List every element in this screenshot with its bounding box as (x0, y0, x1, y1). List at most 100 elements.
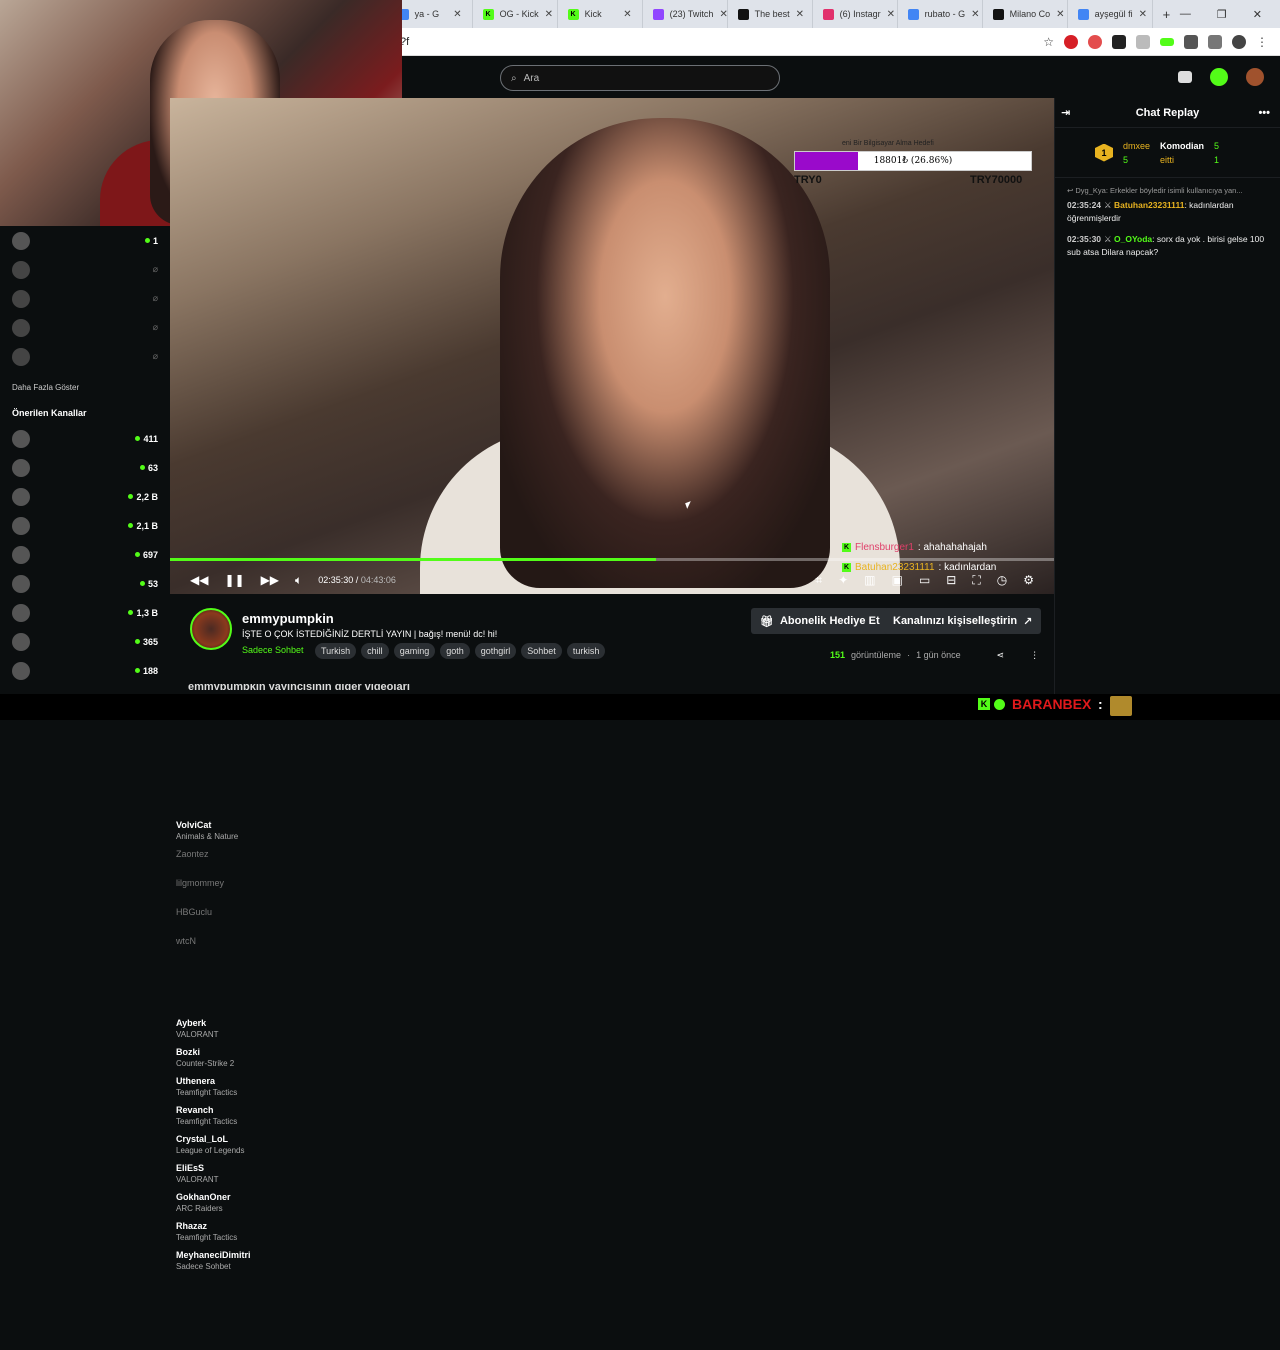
playlist-icon[interactable] (1208, 34, 1222, 49)
browser-tab[interactable]: (6) Instagr ✕ (813, 0, 898, 28)
restore-icon[interactable]: ❐ (1217, 8, 1227, 21)
gift-subscription-button[interactable]: 🎁︎ Abonelik Hediye Et (751, 608, 889, 634)
browser-tab[interactable]: ayşegül fi ✕ (1068, 0, 1153, 28)
sidebar-channel-hbguclu[interactable]: HBGuclu ⌀ (0, 313, 1060, 1007)
show-more-link[interactable]: Daha Fazla Göster (0, 371, 170, 398)
share-icon[interactable]: ⋖ (997, 650, 1005, 661)
theater-icon[interactable]: ▭ (919, 573, 930, 588)
sidebar-channel-rhazaz[interactable]: Rhazaz Teamfight Tactics 365 (0, 627, 1060, 1321)
tab-close-icon[interactable]: ✕ (545, 9, 553, 20)
tab-close-icon[interactable]: ✕ (1056, 9, 1064, 20)
sidebar-channel-lilgmommey[interactable]: lilgmommey ⌀ (0, 284, 1060, 978)
tab-close-icon[interactable]: ✕ (719, 9, 726, 20)
sparkle-icon[interactable]: ✦ (838, 573, 848, 588)
live-dot-icon (134, 552, 140, 557)
viewers: 63 (147, 462, 158, 473)
pause-icon[interactable]: ❚❚ (224, 573, 244, 587)
channel-game: Teamfight Tactics (176, 1117, 238, 1126)
tag-chip[interactable]: chill (361, 643, 389, 659)
tab-close-icon[interactable]: ✕ (796, 9, 804, 20)
tab-close-icon[interactable]: ✕ (453, 9, 461, 20)
seek-bar[interactable] (170, 558, 1054, 561)
sidebar-channel-bozki[interactable]: Bozki Counter-Strike 2 63 (0, 453, 1060, 1147)
browser-tab[interactable]: rubato - G ✕ (898, 0, 983, 28)
sidebar-channel-volvicat[interactable]: VolviCat Animals & Nature 1 (0, 226, 1060, 920)
speed-icon[interactable]: ◷ (997, 573, 1007, 588)
browser-menu-icon[interactable]: ⋮ (1256, 35, 1268, 49)
stats-icon[interactable]: ▥ (864, 573, 875, 588)
red-extension-icon[interactable] (1088, 34, 1102, 49)
duration: 04:43:06 (360, 575, 396, 585)
user-avatar[interactable] (1246, 68, 1264, 86)
tag-chip[interactable]: gaming (393, 643, 436, 659)
browser-tab[interactable]: Milano Co ✕ (983, 0, 1068, 28)
tab-close-icon[interactable]: ✕ (887, 9, 895, 20)
fast-forward-icon[interactable]: ▶▶ (261, 573, 279, 587)
browser-tab[interactable]: K Kick ✕ (558, 0, 643, 28)
message-user[interactable]: O_OYoda (1114, 234, 1152, 244)
gifter-name[interactable]: eitti (1160, 153, 1204, 167)
emote-image (1110, 696, 1132, 716)
browser-tab[interactable]: (23) Twitch ✕ (643, 0, 728, 28)
close-window-icon[interactable]: ✕ (1253, 8, 1262, 21)
settings-gear-icon[interactable]: ⚙ (1023, 573, 1034, 588)
minimize-icon[interactable]: — (1180, 8, 1191, 21)
tab-label: ya - G (414, 9, 440, 19)
square-extension-icon[interactable] (1112, 34, 1126, 49)
customize-channel-button[interactable]: Kanalınızı kişiselleştirin ↗ (884, 608, 1042, 634)
rewind-icon[interactable]: ◀◀ (190, 573, 208, 587)
chat-menu-icon[interactable]: ••• (1258, 107, 1270, 119)
sidebar-channel-zaontez[interactable]: Zaontez ⌀ (0, 255, 1060, 949)
tab-close-icon[interactable]: ✕ (623, 9, 631, 20)
profile-avatar[interactable] (1232, 34, 1246, 49)
shield-extension-icon[interactable] (1136, 34, 1150, 49)
tab-label: The best (754, 9, 790, 19)
clip-icon[interactable]: ⌗ (815, 573, 822, 588)
miniplayer-icon[interactable]: ▣ (892, 573, 903, 588)
chat-panel: ⇥ Chat Replay ••• 1 dmxee 5 Komodian eit… (1054, 98, 1280, 694)
sidebar-channel-eliess[interactable]: EliEsS VALORANT 53 (0, 569, 1060, 1263)
sidebar-channel-ayberk[interactable]: Ayberk VALORANT 411 (0, 424, 1060, 1118)
sidebar-channel-crystal_lol[interactable]: Crystal_LoL League of Legends 697 (0, 540, 1060, 1234)
tag-chip[interactable]: gothgirl (474, 643, 517, 659)
tag-chip[interactable]: goth (440, 643, 470, 659)
opera-extension-icon[interactable] (1064, 34, 1078, 49)
message-time: 02:35:24 (1067, 200, 1102, 210)
sidebar-channel-uthenera[interactable]: Uthenera Teamfight Tactics 2,2 B (0, 482, 1060, 1176)
tag-chip[interactable]: turkish (566, 643, 606, 659)
search-input[interactable]: ⌕ Ara (500, 65, 780, 91)
channel-name: Zaontez (176, 849, 209, 859)
pip-icon[interactable]: ⊟ (946, 573, 956, 588)
battery-extension-icon[interactable] (1160, 37, 1174, 46)
more-options-icon[interactable]: ⋮ (1030, 650, 1039, 661)
puzzle-extensions-icon[interactable] (1184, 34, 1198, 49)
viewer-count: 188 (134, 666, 158, 676)
gifter-name[interactable]: dmxee (1123, 139, 1150, 153)
video-player[interactable]: eni Bir Bilgisayar Alma Hedefi 18801₺ (2… (170, 98, 1054, 594)
fullscreen-icon[interactable]: ⛶ (972, 573, 980, 588)
sidebar-channel-wtcn[interactable]: wtcN ⌀ (0, 342, 1060, 1036)
kick-coin-icon[interactable] (1210, 68, 1228, 86)
volume-icon[interactable]: 🔈︎ (295, 573, 302, 588)
collapse-chat-icon[interactable]: ⇥ (1061, 106, 1070, 119)
bookmark-star-icon[interactable]: ☆ (1043, 35, 1054, 49)
new-tab-button[interactable]: + (1153, 0, 1180, 28)
gifter-name[interactable]: Komodian (1160, 139, 1204, 153)
browser-tab[interactable]: K OG - Kick ✕ (473, 0, 558, 28)
category-link[interactable]: Sadece Sohbet (242, 645, 304, 655)
sidebar-channel-meyhanecidimitri[interactable]: MeyhaneciDimitri Sadece Sohbet 188 (0, 656, 1060, 1350)
tab-label: Milano Co (1009, 9, 1051, 19)
tag-chip[interactable]: Turkish (315, 643, 357, 659)
message-user[interactable]: Batuhan23231111 (1114, 200, 1184, 210)
tag-chip[interactable]: Sohbet (521, 643, 562, 659)
browser-tab[interactable]: The best ✕ (728, 0, 813, 28)
sidebar-channel-gokhanoner[interactable]: GokhanOner ARC Raiders 1,3 B (0, 598, 1060, 1292)
top-gifter-badge-icon: 1 (1095, 143, 1113, 162)
tab-close-icon[interactable]: ✕ (1139, 9, 1147, 20)
channel-avatar (12, 487, 30, 506)
channel-name[interactable]: emmypumpkin (242, 611, 334, 626)
inventory-icon[interactable] (1178, 71, 1192, 83)
channel-avatar[interactable] (190, 608, 232, 650)
sidebar-channel-revanch[interactable]: Revanch Teamfight Tactics 2,1 B (0, 511, 1060, 1205)
tab-close-icon[interactable]: ✕ (971, 9, 979, 20)
